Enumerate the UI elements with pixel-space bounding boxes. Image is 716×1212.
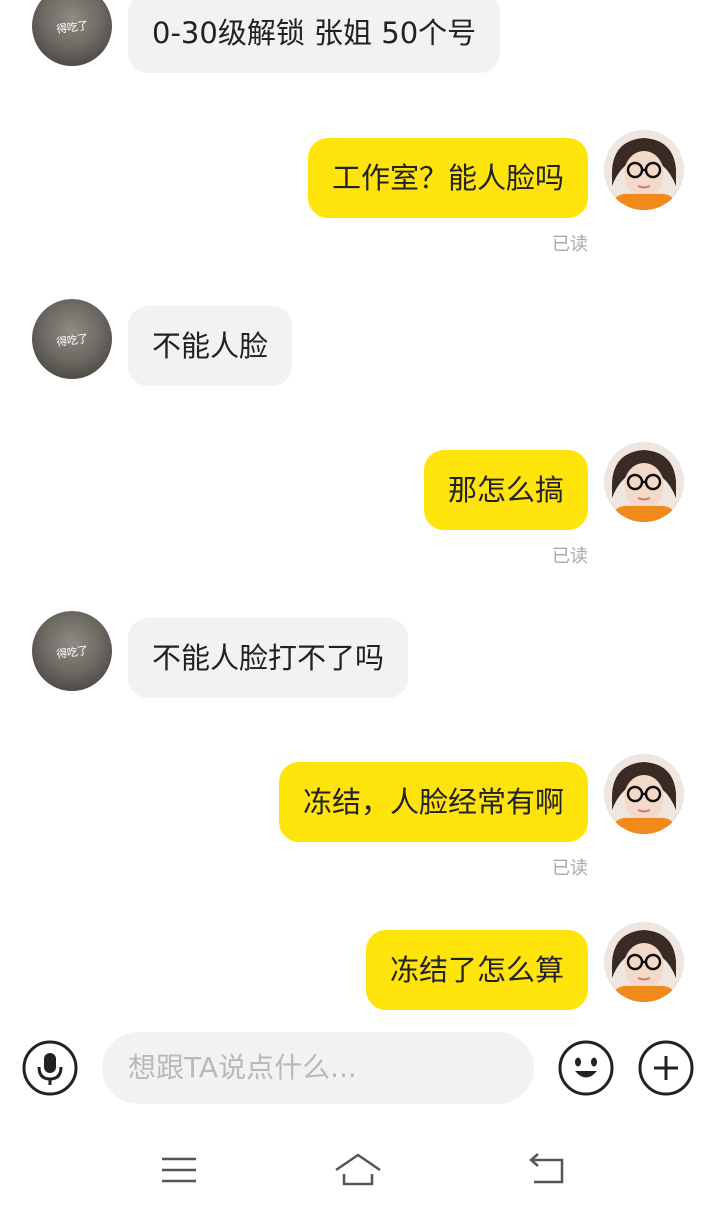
message-bubble-incoming[interactable]: 不能人脸 <box>128 306 293 386</box>
more-button[interactable] <box>638 1040 694 1096</box>
my-avatar[interactable] <box>604 130 684 210</box>
user-portrait-icon <box>604 442 684 522</box>
nav-menu-button[interactable] <box>157 1150 201 1190</box>
message-bubble-incoming[interactable]: 0-30级解锁 张姐 50个号 <box>128 0 501 73</box>
nav-home-button[interactable] <box>334 1150 382 1190</box>
my-avatar[interactable] <box>604 922 684 1002</box>
microphone-icon <box>22 1040 78 1096</box>
my-avatar[interactable] <box>604 442 684 522</box>
read-status: 已读 <box>552 234 588 255</box>
message-bubble-outgoing[interactable]: 冻结，人脸经常有啊 <box>278 762 588 842</box>
message-bubble-incoming[interactable]: 不能人脸打不了吗 <box>128 618 409 698</box>
plus-icon <box>638 1040 694 1096</box>
contact-avatar[interactable]: 得吃了 <box>32 299 112 379</box>
back-icon <box>529 1153 564 1184</box>
system-navigation-bar <box>0 1128 716 1212</box>
message-composer <box>0 1025 716 1115</box>
chat-message-list[interactable]: 得吃了 0-30级解锁 张姐 50个号 工作室？能人脸吗 已读 得吃了 不能人脸 <box>0 0 716 1025</box>
read-status: 已读 <box>552 858 588 879</box>
message-bubble-outgoing[interactable]: 冻结了怎么算 <box>365 930 588 1010</box>
avatar-caption: 得吃了 <box>55 331 89 350</box>
user-portrait-icon <box>604 754 684 834</box>
read-status: 已读 <box>552 546 588 567</box>
message-bubble-outgoing[interactable]: 那怎么搞 <box>423 450 588 530</box>
nav-back-button[interactable] <box>526 1150 570 1190</box>
message-input[interactable] <box>102 1032 534 1104</box>
home-icon <box>335 1153 381 1186</box>
emoji-button[interactable] <box>558 1040 614 1096</box>
avatar-caption: 得吃了 <box>55 18 89 37</box>
smiley-icon <box>558 1040 614 1096</box>
contact-avatar[interactable]: 得吃了 <box>32 611 112 691</box>
user-portrait-icon <box>604 922 684 1002</box>
contact-avatar[interactable]: 得吃了 <box>32 0 112 66</box>
my-avatar[interactable] <box>604 754 684 834</box>
user-portrait-icon <box>604 130 684 210</box>
avatar-caption: 得吃了 <box>55 643 89 662</box>
message-bubble-outgoing[interactable]: 工作室？能人脸吗 <box>307 138 588 218</box>
voice-button[interactable] <box>22 1040 78 1096</box>
menu-icon <box>162 1157 196 1183</box>
